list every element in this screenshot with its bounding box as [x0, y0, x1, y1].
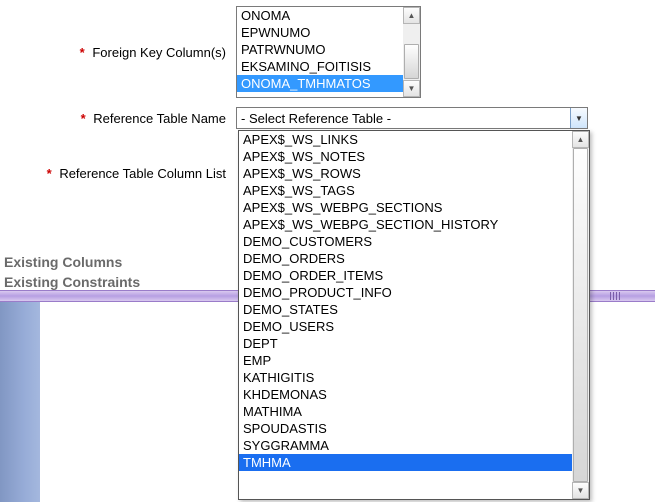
required-star-icon: *: [80, 45, 85, 60]
scroll-thumb[interactable]: [404, 44, 419, 79]
dropdown-item[interactable]: DEMO_STATES: [239, 301, 572, 318]
dropdown-item[interactable]: MATHIMA: [239, 403, 572, 420]
dropdown-item[interactable]: DEMO_USERS: [239, 318, 572, 335]
required-star-icon: *: [47, 166, 52, 181]
left-panel-fade: [0, 302, 40, 502]
foreign-key-columns-label-text: Foreign Key Column(s): [92, 45, 226, 60]
dropdown-item[interactable]: SYGGRAMMA: [239, 437, 572, 454]
scroll-down-icon[interactable]: ▼: [572, 482, 589, 499]
reference-table-select[interactable]: - Select Reference Table - ▼: [236, 107, 588, 129]
reference-table-name-label: * Reference Table Name: [8, 111, 236, 126]
foreign-key-columns-list[interactable]: ONOMA EPWNUMO PATRWNUMO EKSAMINO_FOITISI…: [237, 7, 403, 97]
reference-table-select-value: - Select Reference Table -: [241, 111, 391, 126]
divider-grip-icon: [610, 291, 640, 301]
dropdown-item[interactable]: APEX$_WS_WEBPG_SECTIONS: [239, 199, 572, 216]
reference-table-dropdown-list[interactable]: APEX$_WS_LINKS APEX$_WS_NOTES APEX$_WS_R…: [239, 131, 572, 499]
dropdown-item[interactable]: APEX$_WS_ROWS: [239, 165, 572, 182]
dropdown-item[interactable]: DEMO_PRODUCT_INFO: [239, 284, 572, 301]
list-item[interactable]: PATRWNUMO: [237, 41, 403, 58]
listbox-scrollbar[interactable]: ▲ ▼: [403, 7, 420, 97]
chevron-down-icon[interactable]: ▼: [570, 108, 587, 128]
list-item[interactable]: ONOMA: [237, 7, 403, 24]
reference-table-dropdown[interactable]: APEX$_WS_LINKS APEX$_WS_NOTES APEX$_WS_R…: [238, 130, 590, 500]
reference-table-column-list-label: * Reference Table Column List: [8, 166, 236, 181]
dropdown-item[interactable]: EMP: [239, 352, 572, 369]
dropdown-item[interactable]: APEX$_WS_NOTES: [239, 148, 572, 165]
scroll-track[interactable]: [403, 24, 420, 80]
dropdown-item[interactable]: KATHIGITIS: [239, 369, 572, 386]
dropdown-item[interactable]: DEMO_ORDERS: [239, 250, 572, 267]
dropdown-item[interactable]: APEX$_WS_WEBPG_SECTION_HISTORY: [239, 216, 572, 233]
scroll-up-icon[interactable]: ▲: [572, 131, 589, 148]
dropdown-item[interactable]: APEX$_WS_LINKS: [239, 131, 572, 148]
existing-columns-heading: Existing Columns: [4, 252, 140, 272]
foreign-key-columns-listbox[interactable]: ONOMA EPWNUMO PATRWNUMO EKSAMINO_FOITISI…: [236, 6, 421, 98]
dropdown-item[interactable]: DEPT: [239, 335, 572, 352]
scroll-track[interactable]: [572, 148, 589, 482]
reference-table-column-list-label-text: Reference Table Column List: [59, 166, 226, 181]
scroll-down-icon[interactable]: ▼: [403, 80, 420, 97]
list-item[interactable]: EKSAMINO_FOITISIS: [237, 58, 403, 75]
dropdown-item[interactable]: DEMO_CUSTOMERS: [239, 233, 572, 250]
foreign-key-columns-label: * Foreign Key Column(s): [8, 45, 236, 60]
scroll-up-icon[interactable]: ▲: [403, 7, 420, 24]
dropdown-item[interactable]: DEMO_ORDER_ITEMS: [239, 267, 572, 284]
dropdown-item[interactable]: TMHMA: [239, 454, 572, 471]
list-item[interactable]: ONOMA_TMHMATOS: [237, 75, 403, 92]
list-item[interactable]: EPWNUMO: [237, 24, 403, 41]
required-star-icon: *: [81, 111, 86, 126]
scroll-thumb[interactable]: [573, 148, 588, 482]
existing-constraints-heading: Existing Constraints: [4, 272, 140, 292]
lower-section-headings: Existing Columns Existing Constraints: [4, 252, 140, 292]
reference-table-name-label-text: Reference Table Name: [93, 111, 226, 126]
dropdown-item[interactable]: SPOUDASTIS: [239, 420, 572, 437]
dropdown-scrollbar[interactable]: ▲ ▼: [572, 131, 589, 499]
dropdown-item[interactable]: APEX$_WS_TAGS: [239, 182, 572, 199]
dropdown-item[interactable]: KHDEMONAS: [239, 386, 572, 403]
